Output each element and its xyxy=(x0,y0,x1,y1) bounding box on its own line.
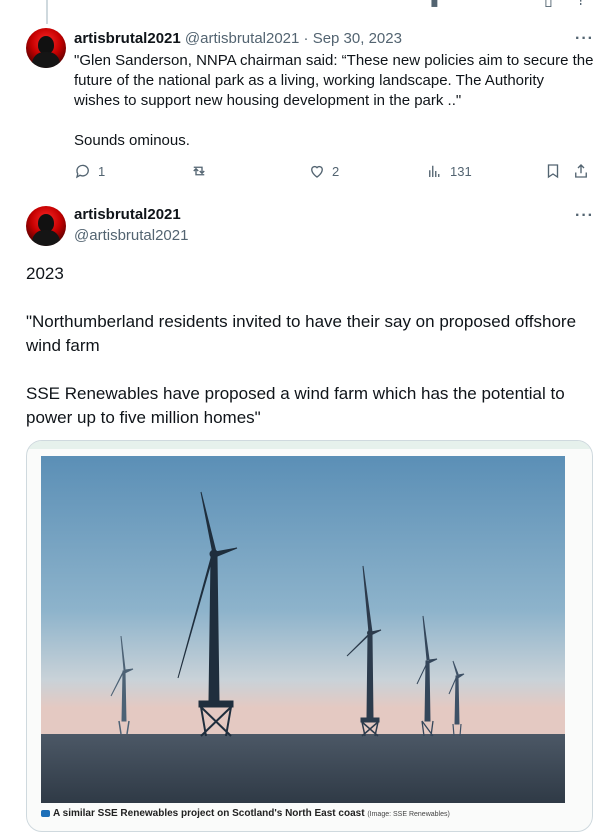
share-icon xyxy=(575,164,587,178)
caption-text: A similar SSE Renewables project on Scot… xyxy=(53,808,365,819)
avatar[interactable] xyxy=(26,28,66,68)
avatar[interactable] xyxy=(26,206,66,246)
bookmark-icon xyxy=(547,164,559,179)
views-icon[interactable]: ▮ xyxy=(430,0,439,10)
tweet-text-paragraph: "Glen Sanderson, NNPA chairman said: “Th… xyxy=(74,52,594,109)
card-top-strip xyxy=(27,441,592,449)
camera-icon xyxy=(41,810,50,817)
caption-credit: (Image: SSE Renewables) xyxy=(367,811,450,818)
tweet-text-paragraph: 2023 xyxy=(26,264,64,283)
reply-icon xyxy=(75,164,89,179)
reply-button[interactable]: 1 xyxy=(74,162,105,180)
media-card[interactable]: A similar SSE Renewables project on Scot… xyxy=(26,440,593,832)
more-icon[interactable]: ··· xyxy=(575,207,594,225)
views-icon xyxy=(429,165,440,177)
tweet-text: 2023 "Northumberland residents invited t… xyxy=(26,262,591,454)
reply-count: 1 xyxy=(98,163,106,179)
like-icon xyxy=(311,165,323,178)
views-button[interactable]: 131 xyxy=(426,162,472,180)
tweet-actions: 1 2 131 xyxy=(74,162,594,182)
bookmark-icon[interactable]: ▯ xyxy=(544,0,553,10)
share-icon[interactable]: ⇡ xyxy=(574,0,587,10)
retweet-button[interactable] xyxy=(190,162,208,180)
thread-line xyxy=(46,0,48,24)
like-count: 2 xyxy=(332,163,340,179)
tweet-text-paragraph: SSE Renewables have proposed a wind farm… xyxy=(26,384,565,427)
like-button[interactable]: 2 xyxy=(308,162,339,180)
handle-and-date[interactable]: @artisbrutal2021 · Sep 30, 2023 xyxy=(185,30,402,47)
bookmark-button[interactable] xyxy=(544,162,562,180)
share-button[interactable] xyxy=(572,162,590,180)
display-name[interactable]: artisbrutal2021 xyxy=(74,206,181,223)
handle[interactable]: @artisbrutal2021 xyxy=(74,227,188,244)
tweet-header: artisbrutal2021 @artisbrutal2021 · Sep 3… xyxy=(74,30,402,47)
tweet-text-paragraph: Sounds ominous. xyxy=(74,132,190,149)
retweet-icon xyxy=(193,166,205,176)
more-icon[interactable]: ··· xyxy=(575,30,594,48)
display-name[interactable]: artisbrutal2021 xyxy=(74,30,181,47)
wind-farm-photo[interactable] xyxy=(41,456,565,803)
view-count: 131 xyxy=(450,163,472,179)
media-caption: A similar SSE Renewables project on Scot… xyxy=(41,808,450,819)
tweet-text-paragraph: "Northumberland residents invited to hav… xyxy=(26,312,577,355)
tweet-text: "Glen Sanderson, NNPA chairman said: “Th… xyxy=(74,51,594,151)
previous-tweet-actions: ▮ ▯ ⇡ xyxy=(0,0,607,10)
